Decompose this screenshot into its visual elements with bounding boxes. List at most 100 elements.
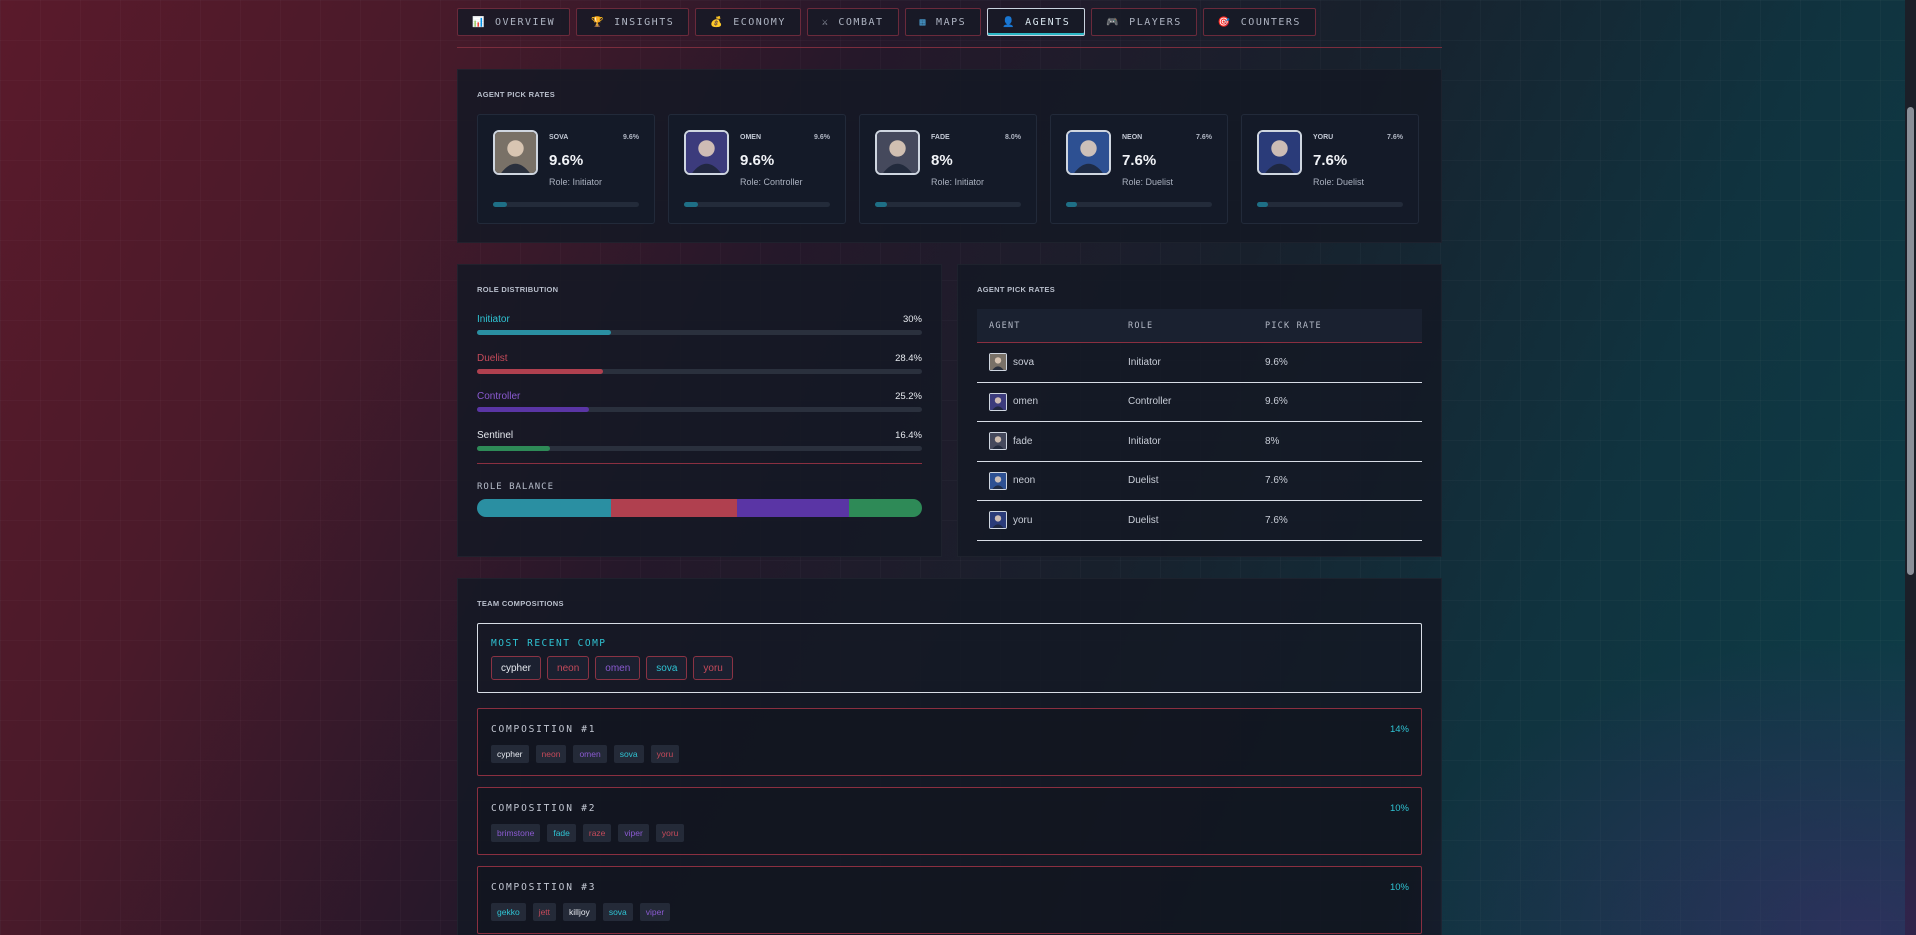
tab-insights[interactable]: 🏆 INSIGHTS [576, 8, 690, 36]
trophy-icon: 🏆 [591, 16, 606, 28]
table-row[interactable]: omen Controller 9.6% [977, 383, 1422, 422]
tab-agents[interactable]: 👤 AGENTS [987, 8, 1086, 36]
tab-label: MAPS [936, 16, 967, 28]
pick-rate-bar [1257, 202, 1403, 207]
agent-card-neon[interactable]: NEON 7.6% 7.6% Role: Duelist [1050, 114, 1228, 224]
pick-rate-bar [684, 202, 830, 207]
map-icon: ▦ [919, 16, 928, 28]
agent-name: NEON [1122, 134, 1143, 141]
agent-name: SOVA [549, 134, 569, 141]
table-row[interactable]: sova Initiator 9.6% [977, 343, 1422, 383]
tab-counters[interactable]: 🎯 COUNTERS [1202, 8, 1316, 36]
agent-corner-rate: 9.6% [814, 134, 830, 141]
role-bar-track [477, 445, 922, 451]
agent-chip: cypher [491, 745, 529, 763]
balance-segment-duelist [610, 499, 737, 517]
agent-role: Role: Initiator [549, 177, 603, 187]
agent-chip: raze [582, 824, 612, 842]
table-row[interactable]: neon Duelist 7.6% [977, 462, 1422, 501]
role-row-duelist: Duelist 28.4% [477, 352, 922, 374]
agent-corner-rate: 8.0% [1005, 134, 1021, 141]
agent-chip: brimstone [491, 824, 541, 842]
agent-role: Role: Controller [740, 177, 803, 187]
role-bar-fill [477, 407, 590, 412]
balance-segment-controller [736, 499, 849, 517]
agent-corner-rate: 9.6% [623, 134, 639, 141]
agent-chip: viper [639, 903, 671, 921]
agent-name: yoru [1013, 514, 1033, 526]
agent-pick-rate: 7.6% [1122, 152, 1157, 169]
agent-pick-rate: 9.6% [549, 152, 584, 169]
composition-card[interactable]: COMPOSITION #1 14% cypher neon omen sova yoru [477, 708, 1422, 776]
composition-percent: 10% [1389, 803, 1409, 814]
header-role[interactable]: ROLE [1128, 321, 1265, 331]
scrollbar-track[interactable] [1905, 0, 1916, 935]
cell-role: Controller [1128, 396, 1172, 408]
agent-corner-rate: 7.6% [1196, 134, 1212, 141]
scrollbar-thumb[interactable] [1907, 107, 1914, 575]
composition-card[interactable]: COMPOSITION #2 10% brimstone fade raze viper y… [477, 787, 1422, 855]
header-pick-rate[interactable]: PICK RATE [1265, 321, 1422, 331]
agent-mini-avatar [989, 392, 1007, 411]
role-name: Sentinel [477, 429, 514, 441]
pick-rate-bar-fill [1066, 202, 1078, 207]
agent-chip: neon [535, 745, 567, 763]
agent-name: YORU [1313, 134, 1334, 141]
cell-role: Duelist [1128, 475, 1159, 487]
balance-segment-sentinel [849, 499, 922, 517]
agent-chip: gekko [491, 903, 526, 921]
role-bar-track [477, 330, 922, 335]
table-row[interactable]: fade Initiator 8% [977, 422, 1422, 462]
agent-chip: sova [602, 903, 633, 921]
agent-card-fade[interactable]: FADE 8.0% 8% Role: Initiator [859, 114, 1037, 224]
pick-rate-bar-fill [875, 202, 887, 207]
composition-label: COMPOSITION #2 [491, 803, 597, 814]
panel-title: AGENT PICK RATES [977, 285, 1055, 294]
tab-maps[interactable]: ▦ MAPS [904, 8, 982, 36]
pick-rate-bar [1066, 202, 1212, 207]
agent-chip: neon [547, 656, 590, 680]
pick-rate-bar-fill [1257, 202, 1269, 207]
most-recent-label: MOST RECENT COMP [491, 638, 607, 649]
role-name: Duelist [477, 352, 508, 364]
header-agent[interactable]: AGENT [977, 321, 1128, 331]
agent-avatar [875, 130, 920, 175]
agent-chip: sova [646, 656, 688, 680]
tab-combat[interactable]: ⚔ COMBAT [806, 8, 899, 36]
role-bar-fill [477, 445, 550, 451]
most-recent-comp: MOST RECENT COMP cypher neon omen sova yoru [477, 623, 1422, 693]
agent-card-sova[interactable]: SOVA 9.6% 9.6% Role: Initiator [477, 114, 655, 224]
balance-segment-initiator [477, 499, 611, 517]
agent-role: Role: Duelist [1313, 177, 1365, 187]
cell-pick-rate: 9.6% [1265, 356, 1288, 368]
agent-role: Role: Duelist [1122, 177, 1174, 187]
role-percent: 30% [902, 314, 922, 325]
agent-name: neon [1013, 475, 1036, 487]
cell-pick-rate: 7.6% [1265, 475, 1288, 487]
role-row-initiator: Initiator 30% [477, 314, 922, 335]
pick-rate-bar-fill [684, 202, 699, 207]
tab-overview[interactable]: 📊 OVERVIEW [457, 8, 571, 36]
agent-name: OMEN [740, 134, 761, 141]
pick-rate-bar [875, 202, 1021, 207]
table-row[interactable]: yoru Duelist 7.6% [977, 501, 1422, 541]
composition-agents: cypher neon omen sova yoru [491, 745, 680, 763]
tab-label: AGENTS [1025, 16, 1071, 28]
agent-card-omen[interactable]: OMEN 9.6% 9.6% Role: Controller [668, 114, 846, 224]
role-bar-track [477, 407, 922, 412]
agent-chip: killjoy [563, 903, 596, 921]
tab-economy[interactable]: 💰 ECONOMY [695, 8, 801, 36]
tab-players[interactable]: 🎮 PLAYERS [1091, 8, 1197, 36]
agent-card-yoru[interactable]: YORU 7.6% 7.6% Role: Duelist [1241, 114, 1419, 224]
pick-rate-bar-fill [493, 202, 508, 207]
gamepad-icon: 🎮 [1106, 16, 1121, 28]
agent-chip: yoru [693, 656, 733, 680]
composition-agents: gekko jett killjoy sova viper [491, 903, 671, 921]
composition-card[interactable]: COMPOSITION #3 10% gekko jett killjoy sova vip… [477, 866, 1422, 934]
agent-avatar [684, 130, 729, 175]
agent-avatar [1066, 130, 1111, 175]
role-bar-fill [477, 330, 611, 335]
tab-label: COMBAT [838, 16, 884, 28]
role-row-controller: Controller 25.2% [477, 391, 922, 412]
agent-mini-avatar [989, 353, 1007, 372]
